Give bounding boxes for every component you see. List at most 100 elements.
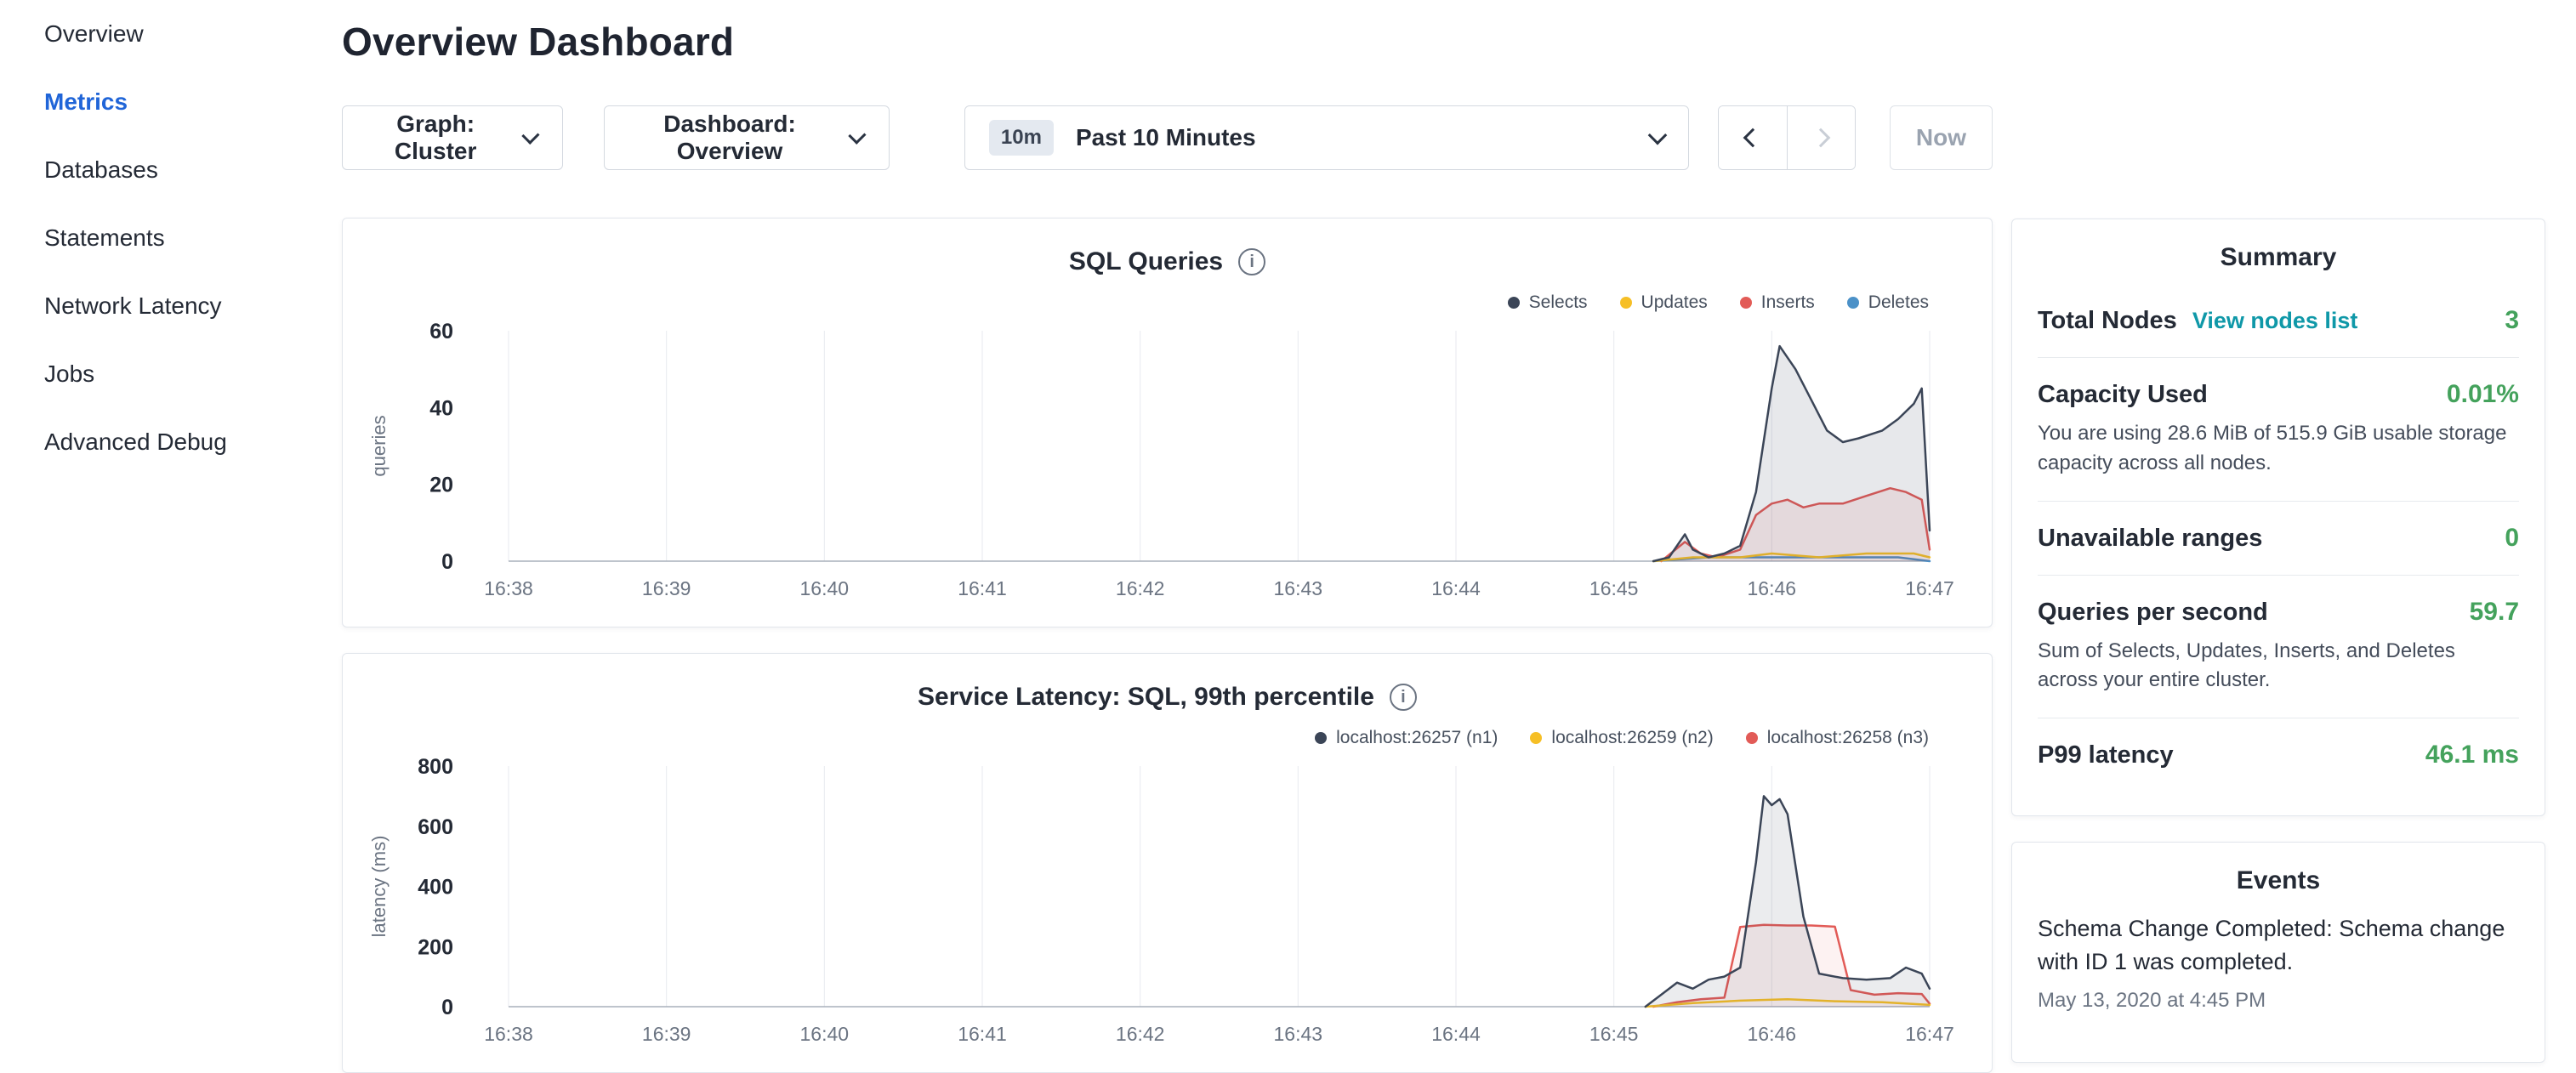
- svg-text:16:40: 16:40: [800, 1023, 850, 1045]
- sidebar-item-advanced-debug[interactable]: Advanced Debug: [0, 408, 340, 476]
- legend-dot-icon: [1847, 297, 1859, 309]
- sidebar-item-overview[interactable]: Overview: [0, 0, 340, 68]
- legend-dot-icon: [1746, 732, 1758, 744]
- legend-dot-icon: [1508, 297, 1520, 309]
- sql-queries-chart-card: SQL Queries i Selects Updates Inserts Delet…: [342, 218, 1993, 627]
- svg-text:16:40: 16:40: [800, 577, 850, 599]
- summary-value: 0.01%: [2447, 380, 2519, 409]
- svg-text:16:39: 16:39: [642, 577, 691, 599]
- event-text: Schema Change Completed: Schema change w…: [2038, 912, 2519, 979]
- graph-scope-dropdown[interactable]: Graph: Cluster: [342, 105, 563, 170]
- now-button[interactable]: Now: [1890, 105, 1993, 170]
- chart-legend: localhost:26257 (n1) localhost:26259 (n2)…: [368, 725, 1929, 751]
- right-sidebar: Summary Total Nodes View nodes list 3 Ca…: [2011, 219, 2545, 1063]
- svg-text:600: 600: [418, 815, 453, 839]
- svg-text:16:43: 16:43: [1274, 577, 1323, 599]
- sidebar-item-jobs[interactable]: Jobs: [0, 340, 340, 408]
- page-title: Overview Dashboard: [342, 19, 1993, 65]
- sidebar-item-metrics[interactable]: Metrics: [0, 68, 340, 136]
- time-prev-button[interactable]: [1719, 106, 1787, 169]
- service-latency-chart: 16:3816:3916:4016:4116:4216:4316:4416:45…: [368, 752, 1967, 1056]
- summary-row-capacity-used: Capacity Used 0.01% You are using 28.6 M…: [2038, 357, 2519, 501]
- legend-dot-icon: [1620, 297, 1632, 309]
- legend-item[interactable]: Selects: [1508, 292, 1588, 313]
- sidebar-item-network-latency[interactable]: Network Latency: [0, 272, 340, 340]
- svg-text:16:44: 16:44: [1431, 577, 1481, 599]
- svg-text:queries: queries: [368, 415, 390, 476]
- svg-text:16:46: 16:46: [1748, 1023, 1797, 1045]
- legend-item[interactable]: Deletes: [1847, 292, 1929, 313]
- time-range-dropdown[interactable]: 10m Past 10 Minutes: [964, 105, 1689, 170]
- legend-item[interactable]: Updates: [1620, 292, 1708, 313]
- info-icon[interactable]: i: [1238, 248, 1265, 275]
- svg-text:0: 0: [441, 550, 453, 574]
- summary-label: Queries per second: [2038, 599, 2268, 627]
- chevron-down-icon: [1648, 126, 1668, 145]
- svg-text:16:39: 16:39: [642, 1023, 691, 1045]
- legend-item[interactable]: localhost:26257 (n1): [1315, 728, 1498, 748]
- event-timestamp: May 13, 2020 at 4:45 PM: [2038, 989, 2519, 1013]
- sql-queries-chart: 16:3816:3916:4016:4116:4216:4316:4416:45…: [368, 317, 1967, 610]
- svg-text:800: 800: [418, 755, 453, 779]
- chart-title: SQL Queries: [1069, 247, 1223, 276]
- legend-dot-icon: [1740, 297, 1752, 309]
- svg-text:16:43: 16:43: [1274, 1023, 1323, 1045]
- summary-label: P99 latency: [2038, 741, 2174, 769]
- events-title: Events: [2038, 866, 2519, 895]
- legend-dot-icon: [1530, 732, 1542, 744]
- chevron-left-icon: [1743, 128, 1763, 148]
- svg-text:20: 20: [429, 474, 453, 497]
- legend-item[interactable]: Inserts: [1740, 292, 1815, 313]
- service-latency-chart-card: Service Latency: SQL, 99th percentile i …: [342, 653, 1993, 1073]
- svg-text:0: 0: [441, 996, 453, 1019]
- summary-label: Total Nodes: [2038, 307, 2177, 335]
- sidebar: Overview Metrics Databases Statements Ne…: [0, 0, 340, 476]
- main-content: Overview Dashboard Graph: Cluster Dashbo…: [342, 0, 1993, 1073]
- svg-text:16:38: 16:38: [484, 1023, 533, 1045]
- legend-dot-icon: [1315, 732, 1327, 744]
- summary-label: Unavailable ranges: [2038, 525, 2262, 553]
- svg-text:latency (ms): latency (ms): [368, 836, 390, 938]
- dashboard-label: Dashboard: Overview: [630, 111, 830, 165]
- svg-text:16:41: 16:41: [958, 1023, 1007, 1045]
- svg-text:16:47: 16:47: [1905, 577, 1954, 599]
- summary-row-p99-latency: P99 latency 46.1 ms: [2038, 718, 2519, 792]
- time-range-label: Past 10 Minutes: [1076, 124, 1256, 151]
- chart-title-row: SQL Queries i: [368, 242, 1966, 281]
- svg-text:200: 200: [418, 935, 453, 959]
- chevron-down-icon: [522, 127, 540, 145]
- time-next-button[interactable]: [1787, 106, 1855, 169]
- svg-text:16:41: 16:41: [958, 577, 1007, 599]
- sidebar-item-databases[interactable]: Databases: [0, 136, 340, 204]
- summary-value: 0: [2505, 524, 2519, 553]
- events-panel: Events Schema Change Completed: Schema c…: [2011, 842, 2545, 1063]
- sidebar-item-statements[interactable]: Statements: [0, 204, 340, 272]
- time-controls: 10m Past 10 Minutes Now: [964, 105, 1993, 170]
- svg-text:400: 400: [418, 876, 453, 900]
- svg-text:16:38: 16:38: [484, 577, 533, 599]
- summary-value: 46.1 ms: [2425, 741, 2519, 769]
- summary-panel: Summary Total Nodes View nodes list 3 Ca…: [2011, 219, 2545, 816]
- toolbar: Graph: Cluster Dashboard: Overview 10m P…: [342, 105, 1993, 170]
- summary-row-queries-per-second: Queries per second 59.7 Sum of Selects, …: [2038, 575, 2519, 718]
- legend-item[interactable]: localhost:26259 (n2): [1530, 728, 1713, 748]
- time-step-buttons: [1718, 105, 1856, 170]
- svg-text:40: 40: [429, 396, 453, 420]
- svg-text:60: 60: [429, 320, 453, 343]
- legend-item[interactable]: localhost:26258 (n3): [1746, 728, 1929, 748]
- svg-text:16:45: 16:45: [1589, 1023, 1639, 1045]
- dashboard-dropdown[interactable]: Dashboard: Overview: [604, 105, 890, 170]
- summary-title: Summary: [2038, 243, 2519, 272]
- chart-title: Service Latency: SQL, 99th percentile: [918, 683, 1374, 712]
- view-nodes-link[interactable]: View nodes list: [2192, 308, 2358, 334]
- svg-text:16:45: 16:45: [1589, 577, 1639, 599]
- event-item[interactable]: Schema Change Completed: Schema change w…: [2038, 912, 2519, 1013]
- summary-row-total-nodes: Total Nodes View nodes list 3: [2038, 284, 2519, 357]
- info-icon[interactable]: i: [1390, 684, 1417, 711]
- chart-title-row: Service Latency: SQL, 99th percentile i: [368, 678, 1966, 717]
- svg-text:16:46: 16:46: [1748, 577, 1797, 599]
- summary-description: Sum of Selects, Updates, Inserts, and De…: [2038, 637, 2519, 696]
- chevron-right-icon: [1811, 128, 1831, 148]
- summary-label: Capacity Used: [2038, 381, 2208, 409]
- graph-scope-label: Graph: Cluster: [368, 111, 503, 165]
